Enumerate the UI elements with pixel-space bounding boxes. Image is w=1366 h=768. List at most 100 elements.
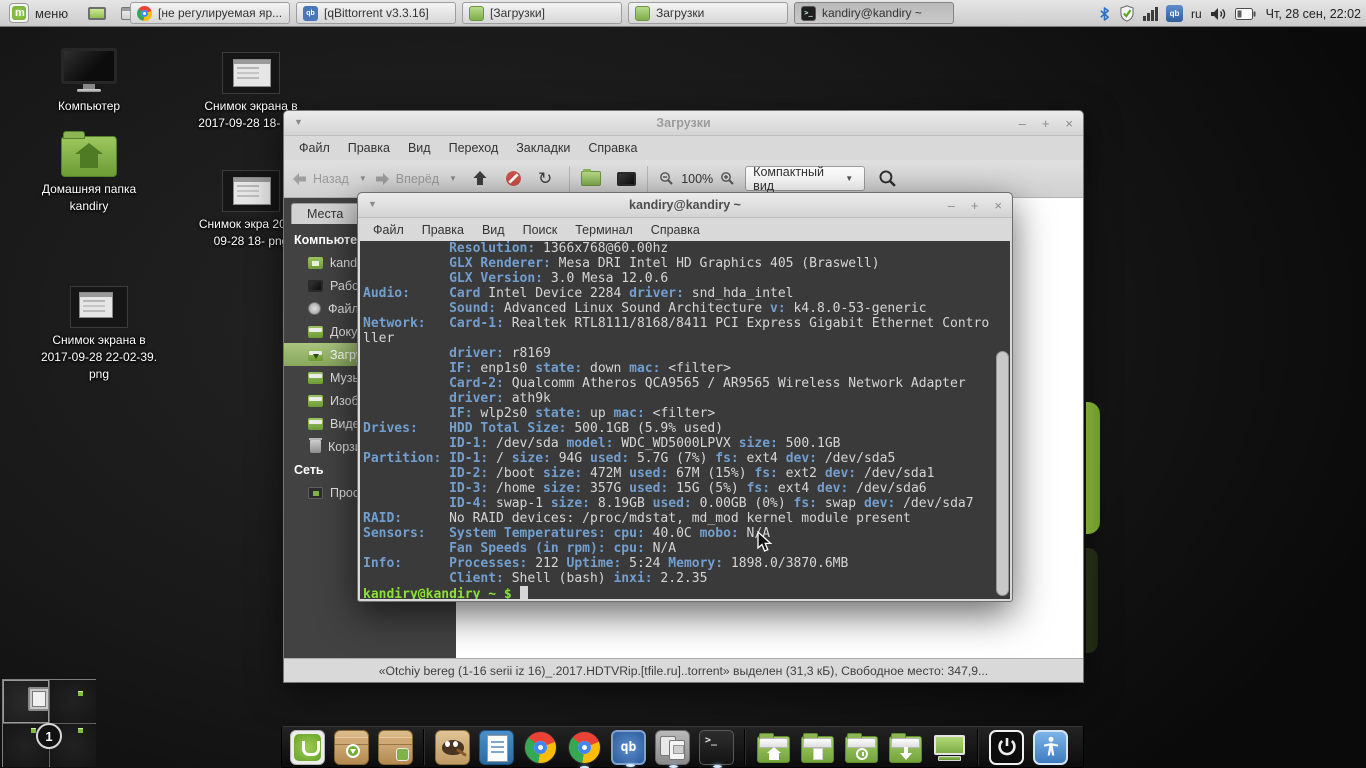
- desktop-icon-label: Снимок экрана в 2017-09-28 22-02-39. png: [36, 332, 162, 383]
- taskbar-button-3[interactable]: [Загрузки]: [462, 2, 622, 24]
- terminal-dock-icon[interactable]: >_: [699, 730, 734, 765]
- terminal-line: ID-1: /dev/sda model: WDC_WD5000LPVX siz…: [363, 436, 1010, 451]
- volume-icon[interactable]: [1210, 7, 1227, 21]
- mint-menu-dock-icon[interactable]: [290, 730, 325, 765]
- workspace-number-badge: 1: [36, 723, 62, 749]
- power-dock-icon[interactable]: [989, 730, 1024, 765]
- bluetooth-icon[interactable]: [1098, 6, 1111, 22]
- forward-icon[interactable]: [375, 172, 390, 186]
- forward-button[interactable]: Вперёд: [396, 172, 439, 186]
- terminal-menu-Поиск[interactable]: Поиск: [514, 221, 567, 239]
- workspace-dock-dot: [78, 691, 83, 696]
- fm-statusbar: «Otchiy bereg (1-16 serii iz 16)_.2017.H…: [284, 658, 1083, 682]
- fm-menu-Правка[interactable]: Правка: [339, 139, 399, 157]
- up-icon[interactable]: [472, 171, 488, 186]
- workspace-2[interactable]: [50, 680, 96, 723]
- top-panel: m меню >_ [не регулируемая яр...qb[qBitt…: [0, 0, 1366, 27]
- file-manager-dock-icon[interactable]: [655, 730, 690, 765]
- terminal-maximize-button[interactable]: +: [971, 198, 979, 213]
- forward-history-dropdown-icon[interactable]: ▼: [449, 174, 457, 183]
- terminal-screen[interactable]: Resolution: 1366x768@60.00hz GLX Rendere…: [360, 241, 1010, 599]
- terminal-menu-Файл[interactable]: Файл: [364, 221, 413, 239]
- accessibility-dock-icon[interactable]: [1033, 730, 1068, 765]
- places-tab[interactable]: Места: [291, 203, 359, 224]
- computer-icon[interactable]: [617, 172, 636, 186]
- show-desktop-dock-icon[interactable]: [932, 730, 967, 765]
- libreoffice-writer-dock-icon[interactable]: [479, 730, 514, 765]
- taskbar-button-4[interactable]: Загрузки: [628, 2, 788, 24]
- terminal-minimize-button[interactable]: –: [948, 198, 955, 213]
- terminal-menu-Справка[interactable]: Справка: [642, 221, 709, 239]
- mouse-cursor: [757, 531, 776, 553]
- qbittorrent-glyph: qb: [621, 740, 637, 755]
- terminal-menu-Правка[interactable]: Правка: [413, 221, 473, 239]
- folder-recent-dock-icon[interactable]: [844, 730, 879, 765]
- window-menu-icon[interactable]: ▼: [368, 199, 377, 209]
- back-button[interactable]: Назад: [313, 172, 349, 186]
- terminal-line: kandiry@kandiry ~ $: [363, 586, 1010, 599]
- terminal-line: Sensors: System Temperatures: cpu: 40.0C…: [363, 526, 1010, 541]
- package-installer-dock-icon[interactable]: [334, 730, 369, 765]
- qbittorrent-tray-icon[interactable]: qb: [1166, 5, 1183, 22]
- terminal-line: Card-2: Qualcomm Atheros QCA9565 / AR956…: [363, 376, 1010, 391]
- qbittorrent-dock-icon[interactable]: qb: [611, 730, 646, 765]
- fm-titlebar[interactable]: ▼ Загрузки – + ×: [284, 111, 1083, 136]
- zoom-out-icon[interactable]: [659, 171, 674, 186]
- folder-icon: [308, 326, 323, 338]
- terminal-cursor: [520, 586, 528, 599]
- fm-menu-Справка[interactable]: Справка: [579, 139, 646, 157]
- fm-menu-Переход[interactable]: Переход: [440, 139, 508, 157]
- terminal-line: Partition: ID-1: / size: 94G used: 5.7G …: [363, 451, 1010, 466]
- desktop-icon-5[interactable]: Снимок экрана в 2017-09-28 22-02-39. png: [36, 286, 162, 383]
- keyboard-layout-indicator[interactable]: ru: [1191, 7, 1202, 21]
- update-shield-icon[interactable]: [1119, 5, 1135, 22]
- home-icon[interactable]: [581, 171, 601, 186]
- desktop-icon-3[interactable]: Домашняя папка kandiry: [33, 131, 145, 215]
- desktop-icon-1[interactable]: Компьютер: [47, 48, 131, 115]
- taskbar-button-1[interactable]: [не регулируемая яр...: [130, 2, 290, 24]
- taskbar-button-2[interactable]: qb[qBittorrent v3.3.16]: [296, 2, 456, 24]
- menu-label: меню: [35, 6, 68, 21]
- terminal-menu-Вид[interactable]: Вид: [473, 221, 514, 239]
- terminal-line: Sound: Advanced Linux Sound Architecture…: [363, 301, 1010, 316]
- view-mode-select[interactable]: Компактный вид ▼: [745, 166, 865, 191]
- folder-icon: [469, 6, 484, 21]
- software-manager-dock-icon[interactable]: [378, 730, 413, 765]
- fm-menu-Вид[interactable]: Вид: [399, 139, 440, 157]
- terminal-scrollbar[interactable]: [996, 351, 1009, 596]
- network-signal-icon[interactable]: [1143, 7, 1158, 21]
- clock[interactable]: Чт, 28 сен, 22:02: [1266, 7, 1361, 21]
- workspace-switcher[interactable]: 1: [2, 679, 96, 767]
- terminal-line: IF: wlp2s0 state: up mac: <filter>: [363, 406, 1010, 421]
- folder-home-dock-icon[interactable]: [756, 730, 791, 765]
- back-history-dropdown-icon[interactable]: ▼: [359, 174, 367, 183]
- gimp-dock-icon[interactable]: [435, 730, 470, 765]
- fm-menu-Файл[interactable]: Файл: [290, 139, 339, 157]
- chrome-2-dock-icon[interactable]: [567, 730, 602, 765]
- fm-close-button[interactable]: ×: [1065, 116, 1073, 131]
- chrome-1-dock-icon[interactable]: [523, 730, 558, 765]
- taskbar-button-5[interactable]: >_kandiry@kandiry ~: [794, 2, 954, 24]
- fm-menubar: ФайлПравкаВидПереходЗакладкиСправка: [284, 136, 1083, 160]
- terminal-titlebar[interactable]: ▼ kandiry@kandiry ~ – + ×: [358, 193, 1012, 218]
- terminal-close-button[interactable]: ×: [994, 198, 1002, 213]
- fm-minimize-button[interactable]: –: [1019, 116, 1026, 131]
- workspace-1[interactable]: [3, 680, 49, 723]
- mint-menu-button[interactable]: m меню: [0, 0, 77, 26]
- terminal-menu-Терминал[interactable]: Терминал: [566, 221, 642, 239]
- search-icon[interactable]: [878, 169, 897, 188]
- taskbar-button-label: [qBittorrent v3.3.16]: [324, 6, 429, 20]
- terminal-window: ▼ kandiry@kandiry ~ – + × ФайлПравкаВидП…: [357, 192, 1013, 602]
- back-icon[interactable]: [292, 172, 307, 186]
- show-desktop-button[interactable]: [86, 2, 108, 24]
- folder-downloads-dock-icon[interactable]: [888, 730, 923, 765]
- zoom-in-icon[interactable]: [720, 171, 735, 186]
- stop-icon[interactable]: [505, 170, 522, 187]
- window-menu-icon[interactable]: ▼: [294, 117, 303, 127]
- fm-maximize-button[interactable]: +: [1042, 116, 1050, 131]
- fm-menu-Закладки[interactable]: Закладки: [507, 139, 579, 157]
- folder-documents-dock-icon[interactable]: [800, 730, 835, 765]
- refresh-icon[interactable]: ↻: [538, 169, 552, 189]
- battery-icon[interactable]: [1235, 8, 1256, 20]
- terminal-line: Audio: Card Intel Device 2284 driver: sn…: [363, 286, 1010, 301]
